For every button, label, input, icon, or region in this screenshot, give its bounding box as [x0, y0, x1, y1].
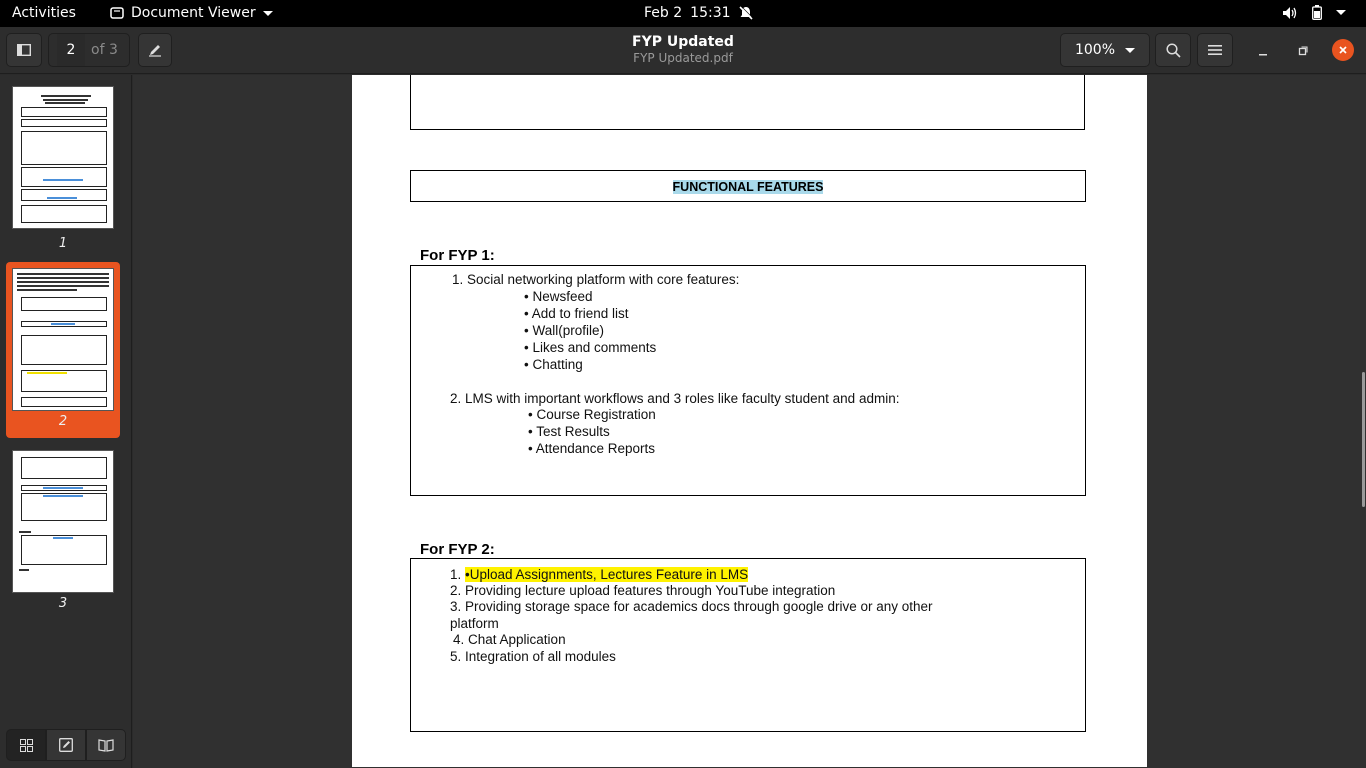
section-title: FUNCTIONAL FEATURES [672, 180, 824, 194]
fyp1-bullet: • Test Results [528, 424, 610, 439]
clock[interactable]: Feb 2 15:31 [644, 5, 753, 21]
fyp1-item-1: 1. Social networking platform with core … [452, 272, 740, 287]
grid-icon [19, 738, 33, 752]
volume-icon [1283, 6, 1297, 19]
system-tray[interactable] [1282, 5, 1346, 20]
header-bar: 2 of 3 FYP Updated FYP Updated.pdf 100% [0, 27, 1366, 74]
fyp2-item-3-continued: platform [450, 616, 499, 631]
fyp1-bullet: • Newsfeed [524, 289, 593, 304]
chevron-down-icon [1125, 47, 1136, 53]
annotations-view-button[interactable] [46, 729, 86, 761]
vertical-scrollbar[interactable] [1362, 372, 1365, 507]
date-label: Feb 2 [644, 5, 683, 21]
thumbnail-page-3[interactable]: 3 [6, 444, 120, 622]
fyp2-item-3: 3. Providing storage space for academics… [450, 599, 933, 614]
fyp1-bullet: • Add to friend list [524, 306, 629, 321]
time-label: 15:31 [690, 5, 731, 21]
thumbnail-page-2[interactable]: 2 [6, 262, 120, 438]
page-thumbnail-image [12, 268, 114, 411]
app-menu[interactable]: Document Viewer [110, 5, 273, 21]
main-menu-button[interactable] [1197, 33, 1233, 67]
fyp2-item-4: 4. Chat Application [453, 632, 566, 647]
thumbnails-view-button[interactable] [6, 729, 46, 761]
fyp1-heading: For FYP 1: [420, 247, 495, 264]
zoom-dropdown[interactable]: 100% [1060, 33, 1150, 67]
fyp2-item-1-number: 1. [450, 567, 462, 582]
restore-icon [1298, 46, 1308, 56]
thumbnail-page-label: 2 [58, 414, 68, 429]
battery-icon [1312, 5, 1322, 20]
close-icon [1339, 46, 1347, 54]
search-button[interactable] [1155, 33, 1191, 67]
app-menu-label: Document Viewer [131, 5, 256, 21]
minimize-icon [1259, 54, 1267, 56]
close-button[interactable] [1332, 39, 1354, 61]
fyp2-heading: For FYP 2: [420, 541, 495, 558]
chevron-down-icon [262, 10, 273, 16]
thumbnail-page-label: 1 [58, 236, 68, 251]
fyp2-item-5: 5. Integration of all modules [450, 649, 616, 664]
minimize-button[interactable] [1253, 41, 1273, 61]
maximize-button[interactable] [1293, 41, 1313, 61]
annotation-icon [59, 738, 73, 752]
page-thumbnail-image [12, 450, 114, 593]
zoom-level: 100% [1074, 42, 1116, 58]
search-icon [1165, 42, 1181, 58]
fyp1-box [410, 265, 1086, 496]
section-title-box: FUNCTIONAL FEATURES [410, 170, 1086, 202]
fyp2-item-2: 2. Providing lecture upload features thr… [450, 583, 836, 598]
fyp1-bullet: • Wall(profile) [524, 323, 604, 338]
notifications-disabled-icon [738, 6, 753, 20]
fyp1-bullet: • Course Registration [528, 407, 656, 422]
pdf-page: FUNCTIONAL FEATURES For FYP 1: 1. Social… [352, 75, 1147, 767]
fyp2-item-1: 1. •Upload Assignments, Lectures Feature… [450, 567, 749, 582]
thumbnail-page-1[interactable]: 1 [6, 80, 120, 258]
chevron-down-icon [1336, 10, 1346, 15]
fyp1-bullet: • Attendance Reports [528, 441, 656, 456]
fyp1-bullet: • Likes and comments [524, 340, 657, 355]
thumbnail-page-label: 3 [58, 596, 68, 611]
activities-button[interactable]: Activities [12, 5, 76, 21]
hamburger-icon [1208, 45, 1222, 55]
page-thumbnail-image [12, 86, 114, 229]
top-bar: Activities Document Viewer Feb 2 15:31 [0, 0, 1366, 27]
bookmarks-view-button[interactable] [86, 729, 126, 761]
document-view[interactable]: FUNCTIONAL FEATURES For FYP 1: 1. Social… [133, 75, 1366, 768]
book-icon [98, 738, 114, 752]
fyp1-bullet: • Chatting [524, 357, 583, 372]
fyp1-item-2: 2. LMS with important workflows and 3 ro… [450, 391, 900, 406]
document-viewer-app-icon [110, 7, 124, 19]
thumbnail-sidebar: 1 2 3 [0, 75, 132, 768]
sidebar-mode-switcher [6, 729, 126, 763]
previous-box [410, 75, 1085, 130]
highlighted-text[interactable]: •Upload Assignments, Lectures Feature in… [465, 567, 749, 582]
